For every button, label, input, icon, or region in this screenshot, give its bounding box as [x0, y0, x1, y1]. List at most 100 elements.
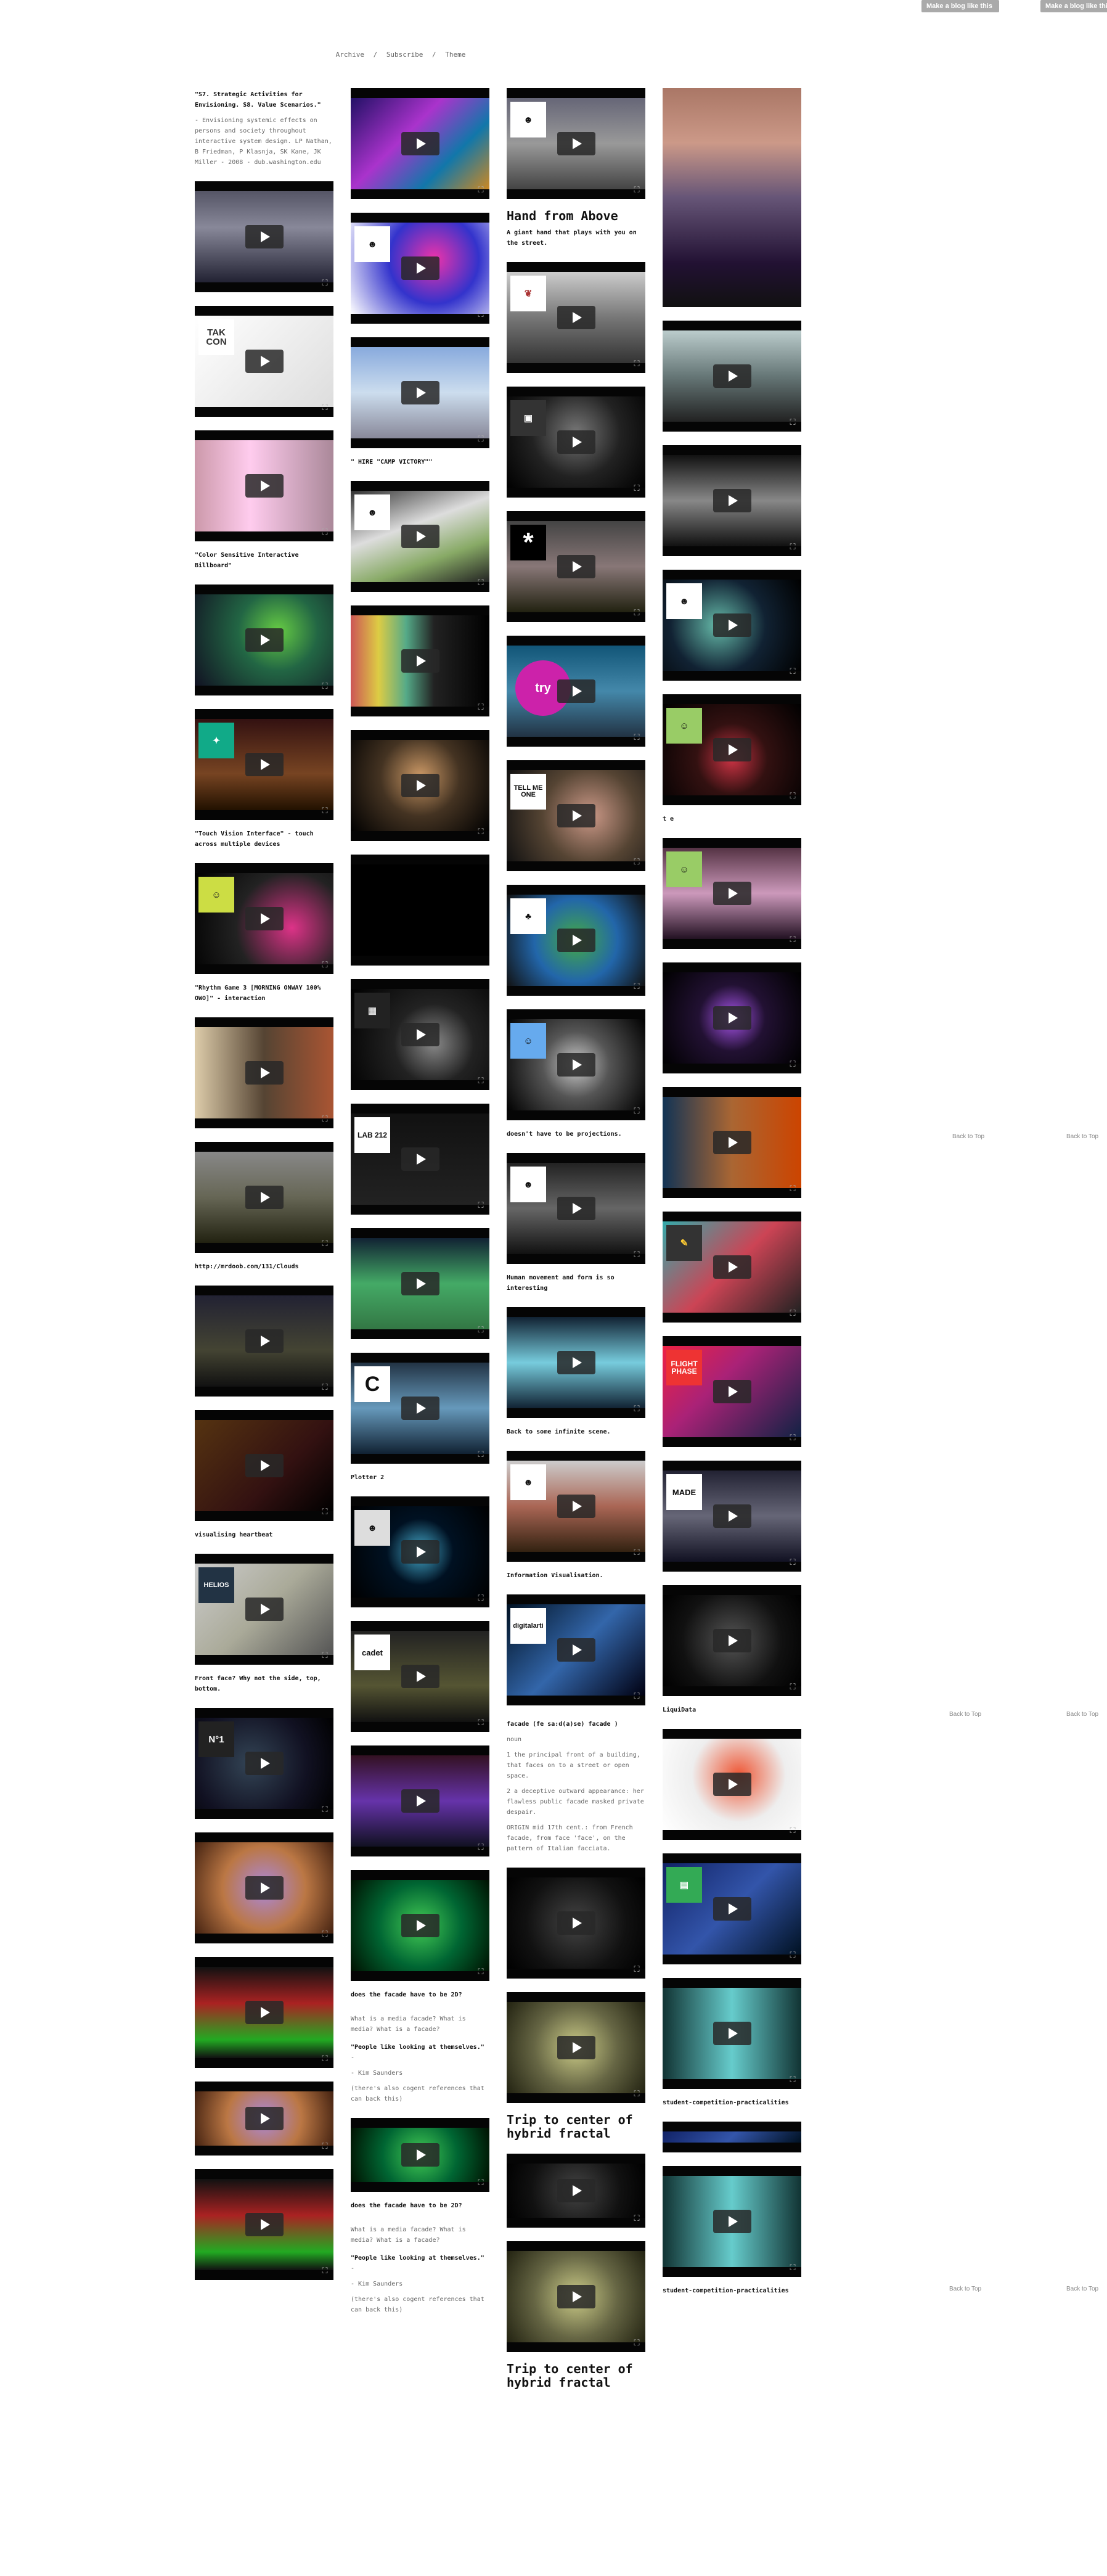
video-player[interactable]: ⛶	[351, 337, 489, 448]
video-player[interactable]: ▤ ⛶	[663, 1853, 801, 1964]
video-player[interactable]: digitalarti ⛶	[507, 1594, 645, 1705]
play-icon[interactable]	[713, 1255, 751, 1279]
fullscreen-icon[interactable]: ⛶	[788, 792, 798, 802]
fullscreen-icon[interactable]: ⛶	[320, 2054, 330, 2064]
play-icon[interactable]	[245, 1061, 284, 1085]
video-player[interactable]: ▦ ⛶	[351, 979, 489, 1090]
fullscreen-icon[interactable]: ⛶	[320, 403, 330, 413]
fullscreen-icon[interactable]: ⛶	[788, 2263, 798, 2273]
fullscreen-icon[interactable]: ⛶	[632, 982, 642, 992]
video-player[interactable]: ⛶	[351, 1870, 489, 1981]
video-player[interactable]: ⛶	[507, 1992, 645, 2103]
fullscreen-icon[interactable]: ⛶	[632, 1250, 642, 1260]
fullscreen-icon[interactable]: ⛶	[320, 2142, 330, 2152]
fullscreen-icon[interactable]: ⛶	[788, 1060, 798, 1070]
fullscreen-icon[interactable]: ⛶	[476, 578, 486, 588]
play-icon[interactable]	[557, 555, 595, 578]
play-icon[interactable]	[401, 649, 439, 673]
video-player[interactable]: try ⛶	[507, 636, 645, 747]
play-icon[interactable]	[557, 1495, 595, 1518]
fullscreen-icon[interactable]: ⛶	[788, 667, 798, 677]
play-icon[interactable]	[713, 1131, 751, 1154]
play-icon[interactable]	[401, 1272, 439, 1295]
video-player[interactable]: HELIOS ⛶	[195, 1554, 333, 1665]
fullscreen-icon[interactable]: ⛶	[632, 858, 642, 868]
fullscreen-icon[interactable]: ⛶	[788, 1558, 798, 1568]
video-player[interactable]: ✦ ⛶	[195, 709, 333, 820]
fullscreen-icon[interactable]: ⛶	[320, 1115, 330, 1125]
video-player[interactable]: ⛶	[507, 1307, 645, 1418]
play-icon[interactable]	[557, 679, 595, 703]
theme-link[interactable]: Theme	[443, 51, 468, 59]
video-player[interactable]: ⛶	[195, 1832, 333, 1943]
video-player[interactable]: ⛶	[195, 585, 333, 695]
play-icon[interactable]	[245, 1598, 284, 1621]
play-icon[interactable]	[557, 1053, 595, 1077]
play-icon[interactable]	[245, 225, 284, 248]
play-icon[interactable]	[557, 132, 595, 155]
video-player[interactable]: ⛶	[663, 1087, 801, 1198]
play-icon[interactable]	[401, 774, 439, 797]
fullscreen-icon[interactable]: ⛶	[476, 1326, 486, 1335]
fullscreen-icon[interactable]: ⛶	[788, 1184, 798, 1194]
video-player[interactable]: ⛶	[351, 730, 489, 841]
video-player[interactable]: ♣ ⛶	[507, 885, 645, 996]
play-icon[interactable]	[713, 2022, 751, 2045]
video-player[interactable]: ☺ ⛶	[507, 1009, 645, 1120]
play-icon[interactable]	[245, 2107, 284, 2130]
video-player[interactable]: MADE ⛶	[663, 1461, 801, 1572]
fullscreen-icon[interactable]: ⛶	[632, 733, 642, 743]
video-player[interactable]: * ⛶	[507, 511, 645, 622]
fullscreen-icon[interactable]: ⛶	[788, 1434, 798, 1443]
fullscreen-icon[interactable]: ⛶	[320, 1507, 330, 1517]
video-player[interactable]: ❦ ⛶	[507, 262, 645, 373]
video-player[interactable]: ☻ ⛶	[351, 481, 489, 592]
play-icon[interactable]	[401, 381, 439, 404]
video-player[interactable]: ☻ ⛶	[351, 213, 489, 324]
video-player[interactable]: LAB 212 ⛶	[351, 1104, 489, 1215]
play-icon[interactable]	[713, 613, 751, 637]
fullscreen-icon[interactable]: ⛶	[632, 1965, 642, 1975]
video-player[interactable]: ⛶	[663, 1978, 801, 2089]
back-to-top-link[interactable]: Back to Top	[1066, 1133, 1098, 1140]
video-player[interactable]: ⛶	[663, 1585, 801, 1696]
back-to-top-link[interactable]: Back to Top	[1066, 2286, 1098, 2292]
fullscreen-icon[interactable]: ⛶	[476, 1077, 486, 1086]
fullscreen-icon[interactable]: ⛶	[476, 1718, 486, 1728]
fullscreen-icon[interactable]: ⛶	[320, 806, 330, 816]
video-player[interactable]: ☻ ⛶	[351, 1496, 489, 1607]
fullscreen-icon[interactable]: ⛶	[320, 1805, 330, 1815]
video-player[interactable]: ⛶	[663, 2166, 801, 2277]
fullscreen-icon[interactable]: ⛶	[320, 2266, 330, 2276]
play-icon[interactable]	[401, 1397, 439, 1420]
video-player[interactable]: ⛶	[195, 2169, 333, 2280]
video-player[interactable]: ⛶	[195, 1017, 333, 1128]
fullscreen-icon[interactable]: ⛶	[320, 1651, 330, 1661]
play-icon[interactable]	[557, 1911, 595, 1935]
fullscreen-icon[interactable]: ⛶	[632, 1107, 642, 1117]
fullscreen-icon[interactable]: ⛶	[320, 1930, 330, 1940]
fullscreen-icon[interactable]: ⛶	[632, 609, 642, 618]
video-player[interactable]: ⛶	[663, 321, 801, 432]
fullscreen-icon[interactable]: ⛶	[476, 703, 486, 713]
play-icon[interactable]	[713, 1773, 751, 1796]
play-icon[interactable]	[245, 1876, 284, 1900]
video-player[interactable]: ☻ ⛶	[507, 88, 645, 199]
video-player[interactable]: FLIGHT PHASE ⛶	[663, 1336, 801, 1447]
video-player[interactable]: ⛶	[195, 1410, 333, 1521]
video-player[interactable]: ⛶	[507, 1868, 645, 1979]
play-icon[interactable]	[245, 907, 284, 930]
fullscreen-icon[interactable]: ⛶	[632, 1692, 642, 1702]
fullscreen-icon[interactable]: ⛶	[788, 1683, 798, 1692]
make-blog-button[interactable]: Make a blog like this	[921, 0, 999, 12]
fullscreen-icon[interactable]: ⛶	[476, 310, 486, 320]
play-icon[interactable]	[245, 2213, 284, 2236]
play-icon[interactable]	[713, 1380, 751, 1403]
video-player[interactable]: ⛶	[351, 2118, 489, 2192]
play-icon[interactable]	[401, 1147, 439, 1171]
play-icon[interactable]	[713, 489, 751, 512]
play-icon[interactable]	[557, 430, 595, 454]
fullscreen-icon[interactable]: ⛶	[476, 186, 486, 195]
fullscreen-icon[interactable]: ⛶	[476, 2178, 486, 2188]
play-icon[interactable]	[401, 256, 439, 280]
